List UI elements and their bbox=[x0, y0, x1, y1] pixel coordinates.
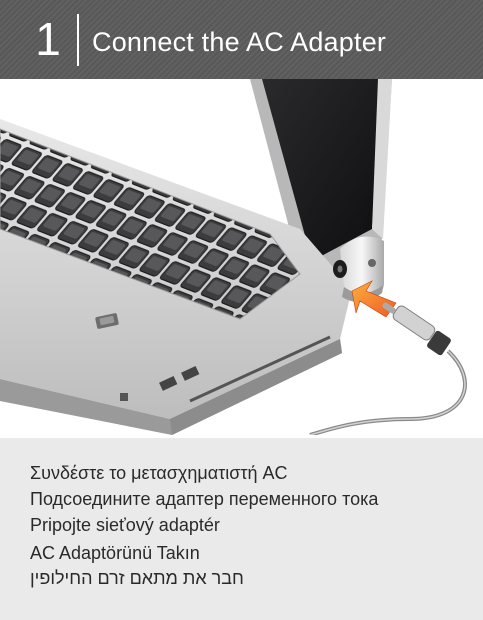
laptop-illustration bbox=[0, 79, 483, 435]
page: 1 Connect the AC Adapter Συνδέστε το μετ… bbox=[0, 0, 483, 620]
step-number: 1 bbox=[35, 13, 61, 65]
dc-in-port bbox=[333, 260, 347, 278]
step-header: 1 Connect the AC Adapter bbox=[0, 0, 483, 79]
caption-line-slovak: Pripojte sieťový adaptér bbox=[30, 515, 220, 535]
page-title: Connect the AC Adapter bbox=[92, 27, 387, 57]
caption-line-turkish: AC Adaptörünü Takın bbox=[30, 543, 200, 563]
caption-panel: Συνδέστε το μετασχηματιστή AC Подсоедини… bbox=[0, 438, 483, 620]
laptop-drawing bbox=[0, 79, 467, 435]
caption-line-russian: Подсоедините адаптер переменного тока bbox=[30, 489, 379, 509]
caption-line-greek: Συνδέστε το μετασχηματιστή AC bbox=[30, 463, 288, 483]
header-divider bbox=[77, 14, 79, 66]
caption-line-hebrew: חבר את מתאם זרם החילופין bbox=[30, 568, 244, 588]
